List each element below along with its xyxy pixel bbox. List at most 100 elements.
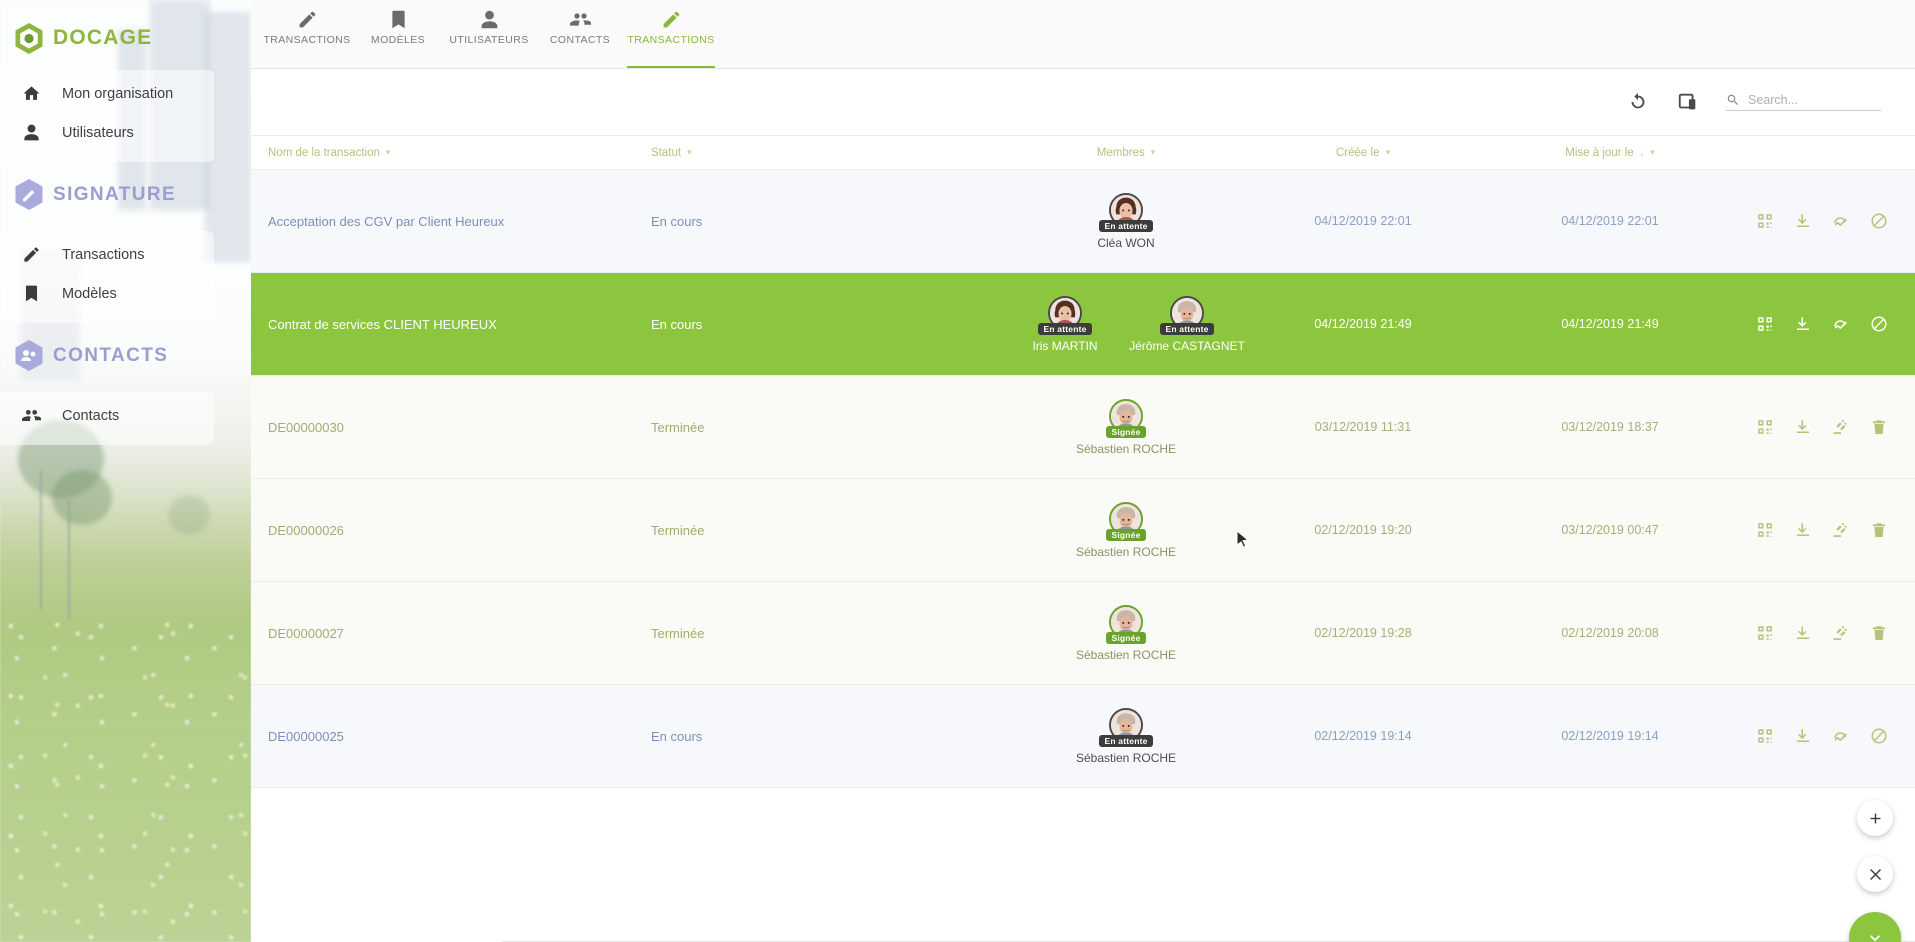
qr-code-icon	[1758, 626, 1772, 640]
refresh-icon[interactable]	[1626, 90, 1650, 114]
qr-code-action-button[interactable]	[1755, 211, 1775, 231]
qr-code-action-button[interactable]	[1755, 520, 1775, 540]
cell-transaction-name[interactable]: Acceptation des CGV par Client Heureux	[251, 214, 651, 229]
member[interactable]: En attente Sébastien ROCHE	[1076, 707, 1176, 765]
cancel-action-button[interactable]	[1869, 726, 1889, 746]
cell-actions	[1735, 726, 1915, 746]
status-badge: En attente	[1099, 219, 1153, 232]
bookmark-icon	[20, 283, 42, 305]
download-action-button[interactable]	[1793, 314, 1813, 334]
top-tab-bar: TRANSACTIONS MODÈLES UTILISATEURS CONTAC…	[251, 0, 1915, 69]
qr-code-action-button[interactable]	[1755, 623, 1775, 643]
search-input[interactable]	[1748, 93, 1881, 107]
gavel-action-button[interactable]	[1831, 623, 1851, 643]
download-action-button[interactable]	[1793, 726, 1813, 746]
tab-transactions-active[interactable]: TRANSACTIONS	[621, 0, 721, 68]
tab-modeles[interactable]: MODÈLES	[357, 0, 439, 68]
table-row[interactable]: DE00000027 Terminée Signée Sébastien ROCHE 0…	[251, 582, 1915, 685]
cell-transaction-name[interactable]: Contrat de services CLIENT HEUREUX	[251, 317, 651, 332]
table-row[interactable]: DE00000030 Terminée Signée Sébastien ROCHE 0…	[251, 376, 1915, 479]
sidebar-item-utilisateurs[interactable]: Utilisateurs	[0, 113, 214, 152]
gavel-action-button[interactable]	[1831, 417, 1851, 437]
column-header-name[interactable]: Nom de la transaction ▾	[251, 147, 651, 159]
cancel-action-button[interactable]	[1869, 211, 1889, 231]
user-icon	[20, 122, 42, 144]
table-row[interactable]: DE00000025 En cours En attente Sébastien RO…	[251, 685, 1915, 788]
pencil-icon	[20, 244, 42, 266]
tab-utilisateurs[interactable]: UTILISATEURS	[439, 0, 539, 68]
sidebar: DOCAGE Mon organisation Utilisateurs SIG…	[0, 0, 251, 942]
member[interactable]: Signée Sébastien ROCHE	[1076, 604, 1176, 662]
resend-action-button[interactable]	[1831, 726, 1851, 746]
close-fab[interactable]	[1857, 856, 1893, 892]
column-header-status[interactable]: Statut ▾	[651, 147, 1011, 159]
download-action-button[interactable]	[1793, 211, 1813, 231]
column-label: Créée le	[1336, 146, 1380, 159]
cell-transaction-name[interactable]: DE00000027	[251, 626, 651, 641]
download-icon	[1797, 729, 1809, 742]
cell-created-date: 02/12/2019 19:20	[1314, 523, 1412, 537]
sidebar-item-label: Contacts	[62, 407, 120, 424]
sidebar-item-mon-organisation[interactable]: Mon organisation	[0, 74, 214, 113]
download-action-button[interactable]	[1793, 520, 1813, 540]
member[interactable]: Signée Sébastien ROCHE	[1076, 398, 1176, 456]
column-header-updated[interactable]: Mise à jour le ↓ ▾	[1485, 147, 1735, 159]
member[interactable]: En attente Jérôme CASTAGNET	[1129, 295, 1245, 353]
search-box[interactable]	[1726, 93, 1881, 111]
expand-fab[interactable]	[1849, 912, 1901, 942]
table-row[interactable]: Acceptation des CGV par Client Heureux En…	[251, 170, 1915, 273]
member[interactable]: En attente Iris MARTIN	[1017, 295, 1113, 353]
table-body: Acceptation des CGV par Client Heureux En…	[251, 170, 1915, 788]
column-label: Mise à jour le	[1565, 146, 1634, 159]
status-badge: En attente	[1099, 734, 1153, 747]
resend-action-button[interactable]	[1831, 314, 1851, 334]
cell-actions	[1735, 623, 1915, 643]
tab-label: UTILISATEURS	[449, 34, 529, 46]
gavel-action-button[interactable]	[1831, 520, 1851, 540]
sidebar-item-modeles[interactable]: Modèles	[0, 274, 214, 313]
cell-transaction-name[interactable]: DE00000030	[251, 420, 651, 435]
cancel-action-button[interactable]	[1869, 314, 1889, 334]
docage-hexagon-logo-icon	[14, 22, 44, 55]
delete-action-button[interactable]	[1869, 520, 1889, 540]
member[interactable]: En attente Cléa WON	[1078, 192, 1174, 250]
sidebar-item-transactions[interactable]: Transactions	[0, 235, 214, 274]
add-transaction-fab[interactable]	[1857, 800, 1893, 836]
qr-code-icon	[1758, 523, 1772, 537]
cell-status: En cours	[651, 213, 703, 229]
tab-contacts[interactable]: CONTACTS	[539, 0, 621, 68]
download-action-button[interactable]	[1793, 417, 1813, 437]
qr-code-icon	[1758, 729, 1772, 743]
qr-code-action-button[interactable]	[1755, 417, 1775, 437]
archive-column-icon[interactable]	[1676, 90, 1700, 114]
sort-caret-icon: ▾	[1385, 147, 1390, 157]
cell-transaction-name[interactable]: DE00000026	[251, 523, 651, 538]
gavel-icon	[1833, 625, 1847, 640]
cell-transaction-name[interactable]: DE00000025	[251, 729, 651, 744]
cell-status: En cours	[651, 728, 703, 744]
pencil-icon	[299, 11, 315, 28]
table-row[interactable]: DE00000026 Terminée Signée Sébastien ROCHE 0…	[251, 479, 1915, 582]
delete-action-button[interactable]	[1869, 623, 1889, 643]
delete-icon	[1873, 626, 1885, 641]
resend-action-button[interactable]	[1831, 211, 1851, 231]
qr-code-action-button[interactable]	[1755, 726, 1775, 746]
tab-transactions-1[interactable]: TRANSACTIONS	[257, 0, 357, 68]
bookmark-icon	[391, 10, 405, 29]
transactions-table: Nom de la transaction ▾ Statut ▾ Membres…	[251, 135, 1915, 788]
brand-logo[interactable]: DOCAGE	[0, 0, 251, 56]
gavel-icon	[1833, 419, 1847, 434]
column-header-members[interactable]: Membres ▾	[1011, 147, 1241, 159]
sidebar-item-contacts[interactable]: Contacts	[0, 396, 214, 435]
member-name: Iris MARTIN	[1032, 338, 1098, 353]
download-action-button[interactable]	[1793, 623, 1813, 643]
table-row[interactable]: Contrat de services CLIENT HEUREUX En cou…	[251, 273, 1915, 376]
people-icon	[569, 13, 591, 26]
column-label: Statut	[651, 146, 682, 159]
sort-direction-icon: ↓	[1639, 147, 1645, 158]
sidebar-nav-contacts: Contacts	[0, 392, 214, 445]
member[interactable]: Signée Sébastien ROCHE	[1076, 501, 1176, 559]
qr-code-action-button[interactable]	[1755, 314, 1775, 334]
delete-action-button[interactable]	[1869, 417, 1889, 437]
column-header-created[interactable]: Créée le ▾	[1241, 147, 1485, 159]
